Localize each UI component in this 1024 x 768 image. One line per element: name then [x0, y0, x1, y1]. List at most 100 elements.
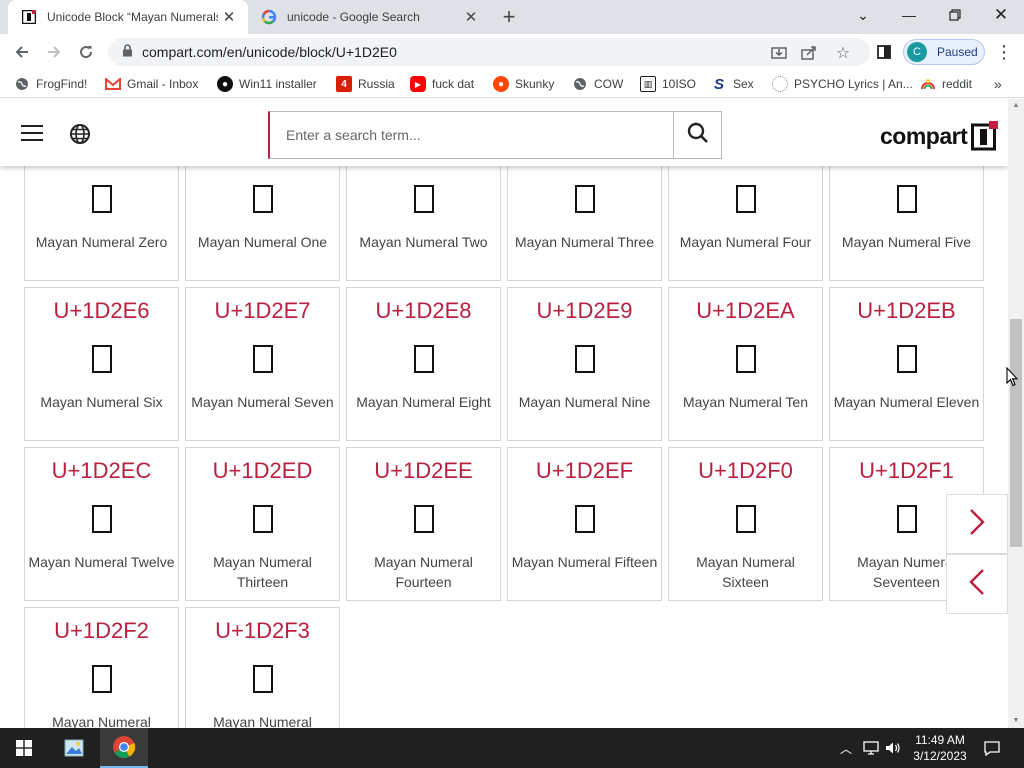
tab-strip: Unicode Block “Mayan Numerals” ✕ unicode… — [0, 0, 1024, 34]
new-tab-button[interactable]: + — [497, 4, 521, 29]
more-bookmarks-button[interactable]: » — [994, 75, 1002, 93]
character-card[interactable]: U+1D2EF Mayan Numeral Fifteen — [507, 447, 662, 601]
code-point: U+1D2ED — [212, 458, 313, 483]
bookmark-frogfind[interactable]: FrogFind! — [14, 75, 87, 93]
next-block-button[interactable] — [946, 494, 1008, 554]
restore-icon[interactable] — [932, 0, 978, 30]
character-name: Mayan Numeral Three — [514, 234, 655, 250]
forward-icon[interactable] — [40, 38, 68, 66]
character-card[interactable]: U+1D2E6 Mayan Numeral Six — [24, 287, 179, 441]
bookmark-psycho-lyrics[interactable]: PSYCHO Lyrics | An... — [772, 75, 913, 93]
search-button[interactable] — [673, 111, 722, 159]
menu-kebab-icon[interactable]: ⋮ — [990, 38, 1018, 66]
compart-favicon-icon — [21, 9, 37, 25]
notifications-icon[interactable] — [980, 728, 1004, 768]
back-icon[interactable] — [8, 38, 36, 66]
page-scrollbar[interactable]: ▲ ▼ — [1008, 99, 1024, 728]
bookmark-star-icon[interactable]: ☆ — [834, 44, 852, 62]
reload-icon[interactable] — [72, 38, 100, 66]
character-card[interactable]: U+1D2EE Mayan Numeral Fourteen — [346, 447, 501, 601]
tab-google-search[interactable]: unicode - Google Search ✕ — [248, 0, 490, 34]
missing-glyph-icon — [92, 345, 112, 373]
code-point: U+1D2F0 — [698, 458, 793, 483]
missing-glyph-icon — [897, 185, 917, 213]
network-icon[interactable] — [862, 728, 880, 768]
bookmark-label: FrogFind! — [36, 77, 88, 91]
language-globe-icon[interactable] — [69, 123, 91, 145]
tab-close-icon[interactable]: ✕ — [460, 6, 482, 28]
character-card[interactable]: U+1D2ED Mayan Numeral Thirteen — [185, 447, 340, 601]
mouse-pointer-icon — [1006, 366, 1019, 392]
code-point: U+1D2F2 — [54, 618, 149, 643]
bookmark-sex[interactable]: S Sex — [711, 75, 754, 93]
profile-button[interactable]: C Paused — [903, 39, 985, 65]
character-card[interactable]: U+1D2EC Mayan Numeral Twelve — [24, 447, 179, 601]
character-name: Mayan Numeral Two — [359, 234, 488, 250]
bookmark-fuck-dat[interactable]: ▶ fuck dat — [410, 75, 474, 93]
missing-glyph-icon — [253, 665, 273, 693]
windows-start-icon[interactable] — [0, 728, 48, 768]
character-name: Mayan Numeral Thirteen — [213, 554, 312, 590]
reddit-icon: ● — [493, 76, 509, 92]
close-window-icon[interactable]: ✕ — [978, 0, 1024, 30]
character-card[interactable]: U+1D2EB Mayan Numeral Eleven — [829, 287, 984, 441]
bookmark-win11-installer[interactable]: ● Win11 installer — [217, 75, 317, 93]
missing-glyph-icon — [736, 345, 756, 373]
share-icon[interactable] — [800, 44, 818, 62]
character-card[interactable]: U+1D2F0 Mayan Numeral Sixteen — [668, 447, 823, 601]
character-name: Mayan Numeral Zero — [35, 234, 168, 250]
tray-expand-icon[interactable]: ︿ — [838, 728, 854, 768]
bookmark-cow[interactable]: COW — [572, 75, 623, 93]
lock-icon[interactable] — [122, 44, 136, 60]
code-point: U+1D2EF — [535, 458, 634, 483]
scroll-up-icon[interactable]: ▲ — [1008, 99, 1024, 113]
tab-title: Unicode Block “Mayan Numerals” — [47, 10, 218, 24]
missing-glyph-icon — [736, 185, 756, 213]
missing-glyph-icon — [736, 505, 756, 533]
code-point: U+1D2E9 — [536, 298, 633, 323]
missing-glyph-icon — [897, 345, 917, 373]
missing-glyph-icon — [575, 505, 595, 533]
bookmark-russia[interactable]: 4 Russia — [336, 75, 395, 93]
bookmark-skunky[interactable]: ● Skunky — [493, 75, 554, 93]
address-bar[interactable]: compart.com/en/unicode/block/U+1D2E0 ☆ — [108, 38, 870, 66]
code-point: U+1D2EC — [51, 458, 152, 483]
gmail-icon — [105, 76, 121, 92]
building-icon: ▥ — [640, 76, 656, 92]
taskbar: ︿ 11:49 AM 3/12/2023 — [0, 728, 1024, 768]
side-panel-icon[interactable] — [870, 38, 898, 66]
compart-logo-mark-icon — [971, 121, 999, 151]
hamburger-menu-icon[interactable] — [21, 125, 43, 141]
previous-block-button[interactable] — [946, 554, 1008, 614]
character-card[interactable]: U+1D2E9 Mayan Numeral Nine — [507, 287, 662, 441]
missing-glyph-icon — [253, 345, 273, 373]
character-grid: Mayan Numeral Zero Mayan Numeral One Mayan… — [0, 99, 1008, 728]
google-icon — [261, 9, 277, 25]
chrome-taskbar-icon[interactable] — [100, 728, 148, 768]
install-app-icon[interactable] — [770, 44, 788, 62]
compart-logo[interactable]: compart — [880, 120, 999, 152]
search-input[interactable] — [270, 112, 673, 158]
character-name: Mayan Numeral Four — [679, 234, 812, 250]
tab-search-icon[interactable]: ⌄ — [840, 0, 886, 30]
character-name: Mayan Numeral Nine — [518, 394, 651, 410]
code-point: U+1D2EE — [374, 458, 473, 483]
bookmark-gmail[interactable]: Gmail - Inbox — [105, 75, 198, 93]
bookmark-reddit[interactable]: reddit — [920, 75, 972, 93]
bookmark-10iso[interactable]: ▥ 10ISO — [640, 75, 696, 93]
character-name: Mayan Numeral Five — [841, 234, 972, 250]
tab-close-icon[interactable]: ✕ — [218, 6, 240, 28]
missing-glyph-icon — [897, 505, 917, 533]
character-card[interactable]: U+1D2F3 Mayan Numeral — [185, 607, 340, 728]
scroll-down-icon[interactable]: ▼ — [1008, 714, 1024, 728]
character-card[interactable]: U+1D2E8 Mayan Numeral Eight — [346, 287, 501, 441]
minimize-icon[interactable]: — — [886, 0, 932, 30]
scrollbar-thumb[interactable] — [1010, 319, 1022, 547]
character-name: Mayan Numeral Eight — [356, 394, 491, 410]
character-card[interactable]: U+1D2EA Mayan Numeral Ten — [668, 287, 823, 441]
tab-mayan-numerals[interactable]: Unicode Block “Mayan Numerals” ✕ — [8, 0, 248, 34]
system-clock[interactable]: 11:49 AM 3/12/2023 — [900, 732, 980, 764]
character-card[interactable]: U+1D2F2 Mayan Numeral — [24, 607, 179, 728]
character-card[interactable]: U+1D2E7 Mayan Numeral Seven — [185, 287, 340, 441]
photos-app-icon[interactable] — [52, 728, 96, 768]
